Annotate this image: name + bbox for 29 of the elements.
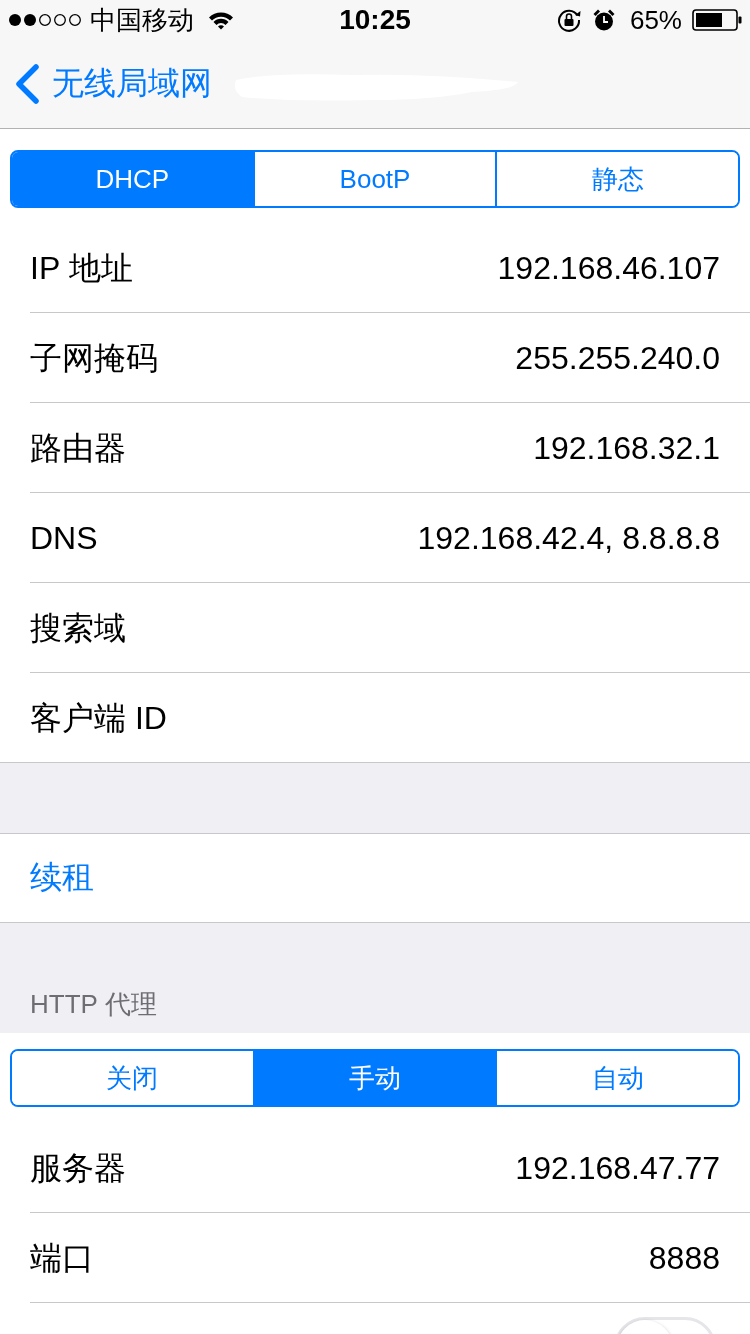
field-value: 192.168.32.1 [533,428,720,467]
back-button[interactable]: 无线局域网 [14,62,212,106]
segment-tab[interactable]: DHCP [12,152,253,206]
field-label: DNS [30,518,98,557]
field-value: 192.168.42.4, 8.8.8.8 [417,518,720,557]
segment-tab[interactable]: 静态 [495,152,738,206]
carrier-name: 中国移动 [90,5,194,35]
field-label: 子网掩码 [30,338,158,377]
field-label: 服务器 [30,1148,126,1187]
field-value: 8888 [648,1238,720,1277]
field-label: 端口 [30,1238,94,1277]
battery-icon [692,9,742,31]
field-label: 搜索域 [30,608,126,647]
signal-dots-icon [8,13,82,27]
field-label: 路由器 [30,428,126,467]
back-chevron-icon [14,64,40,104]
segment-tab[interactable]: 自动 [495,1051,738,1105]
field-label: IP 地址 [30,248,133,287]
alarm-clock-icon [591,8,616,32]
rotation-lock-icon [555,7,582,33]
wifi-icon [208,10,234,30]
battery-percent: 65% [629,5,682,35]
field-value: 192.168.47.77 [515,1148,720,1187]
segment-tab[interactable]: 手动 [252,1051,496,1105]
field-label: 客户端 ID [30,698,167,737]
clock-time: 10:25 [339,4,411,36]
section-header: HTTP 代理 [30,989,157,1019]
field-value: 192.168.46.107 [497,248,720,287]
field-value: 255.255.240.0 [515,338,720,377]
